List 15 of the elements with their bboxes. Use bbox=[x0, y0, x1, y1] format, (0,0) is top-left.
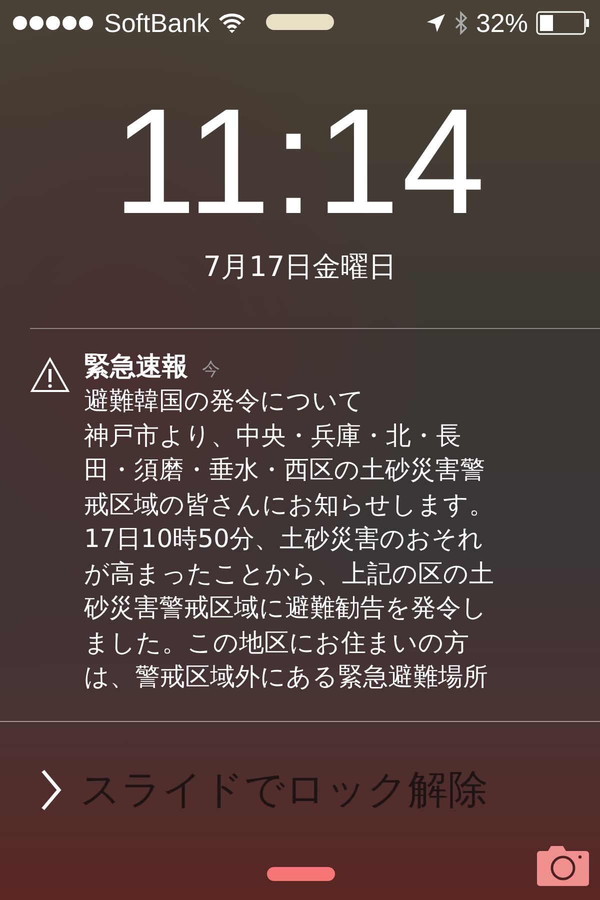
notification-time: 今 bbox=[202, 358, 220, 381]
notification-text: 戒区域の皆さんにお知らせします。 bbox=[84, 488, 494, 520]
notification-text: 17日10時50分、土砂災害のおそれ bbox=[84, 523, 484, 555]
notification-text: 神戸市より、中央・兵庫・北・長 bbox=[84, 420, 462, 452]
clock-time: 11:14 bbox=[112, 86, 488, 236]
notification-text: ました。この地区にお住まいの方 bbox=[84, 626, 470, 658]
notification-text: 田・須磨・垂水・西区の土砂災害警 bbox=[84, 454, 486, 486]
notification-text: が高まったことから、上記の区の土 bbox=[84, 558, 494, 590]
notification-title: 緊急速報 bbox=[84, 351, 188, 384]
carrier-name: SoftBank bbox=[104, 8, 210, 38]
notification-text: 砂災害警戒区域に避難勧告を発令し bbox=[84, 592, 488, 624]
notification-text: 避難韓国の発令について bbox=[84, 385, 365, 417]
battery-percent: 32% bbox=[476, 8, 528, 38]
notification-text: は、警戒区域外にある緊急避難場所 bbox=[84, 661, 489, 693]
clock-date: 7月17日金曜日 bbox=[202, 249, 398, 285]
